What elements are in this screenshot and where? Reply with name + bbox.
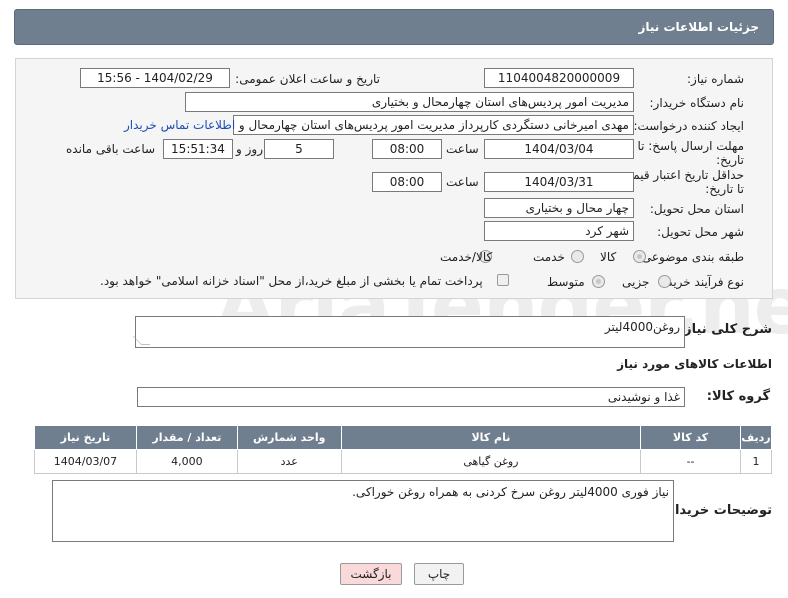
purchase-option-minor: جزیی [622,275,650,289]
purchase-type-label: نوع فرآیند خرید : [659,275,744,289]
treasury-payment-checkbox[interactable] [497,274,509,286]
announce-date-field: 1404/02/29 - 15:56 [80,68,230,88]
cell-goods-code: -- [640,449,741,474]
goods-group-label: گروه کالا: [706,389,770,404]
cell-quantity: 4,000 [135,449,238,474]
col-row: ردیف [739,425,773,450]
page-header: جزئیات اطلاعات نیاز [14,9,774,45]
price-validity-time-label: ساعت [446,175,479,189]
goods-table-header: تاریخ نیاز تعداد / مقدار واحد شمارش نام … [34,425,773,450]
table-row: 1404/03/07 4,000 عدد روغن گیاهی -- 1 [34,449,773,474]
general-description-field: روغن4000لیتر [135,316,685,348]
need-number-label: شماره نیاز: [687,72,744,86]
cell-need-date: 1404/03/07 [34,449,137,474]
requester-field: مهدی امیرخانی دستگردی کارپرداز مدیریت ام… [233,115,634,135]
category-option-goods: کالا [600,250,617,264]
requester-label: ایجاد کننده درخواست: [633,119,744,133]
general-description-label: شرح کلی نیاز: [678,322,772,337]
col-quantity: تعداد / مقدار [135,425,238,450]
category-label: طبقه بندی موضوعی: [637,250,744,264]
price-validity-date-field: 1404/03/31 [484,172,634,192]
col-need-date: تاریخ نیاز [34,425,137,450]
buyer-org-field: مدیریت امور پردیس‌های استان چهارمحال و ب… [185,92,634,112]
days-remaining-field: 5 [264,139,334,159]
buyer-org-label: نام دستگاه خریدار: [649,96,745,110]
reply-time-label: ساعت [446,142,479,156]
buyer-notes-label: توضیحات خریدار: [662,503,772,518]
category-radio-service[interactable] [571,250,584,263]
need-number-field: 1104004820000009 [484,68,634,88]
goods-section-title: اطلاعات کالاهای مورد نیاز [617,357,772,371]
back-button[interactable]: بازگشت [340,563,402,585]
buyer-contact-link[interactable]: اطلاعات تماس خریدار [124,118,235,132]
treasury-payment-note: پرداخت تمام یا بخشی از مبلغ خرید،از محل … [100,274,483,288]
delivery-city-field: شهر کرد [484,221,634,241]
reply-time-field: 08:00 [372,139,442,159]
category-option-service: خدمت [533,250,565,264]
remaining-time-field: 15:51:34 [163,139,233,159]
goods-group-field: غذا و نوشیدنی [137,387,685,407]
col-unit: واحد شمارش [236,425,342,450]
category-option-goods-service: کالا/خدمت [440,250,493,264]
cell-unit: عدد [236,449,342,474]
delivery-city-label: شهر محل تحویل: [657,225,744,239]
purchase-radio-medium[interactable] [592,275,605,288]
col-goods-code: کد کالا [640,425,741,450]
page-title: جزئیات اطلاعات نیاز [638,20,759,34]
delivery-province-label: استان محل تحویل: [649,202,744,216]
announce-date-label: تاریخ و ساعت اعلان عمومی: [235,72,380,86]
reply-deadline-label: مهلت ارسال پاسخ: تا تاریخ: [637,139,744,167]
print-button[interactable]: چاپ [414,563,464,585]
col-goods-name: نام کالا [340,425,642,450]
reply-date-field: 1404/03/04 [484,139,634,159]
purchase-option-medium: متوسط [547,275,585,289]
delivery-province-field: چهار محال و بختیاری [484,198,634,218]
cell-goods-name: روغن گیاهی [340,449,642,474]
days-label: روز و [236,142,263,156]
goods-table: تاریخ نیاز تعداد / مقدار واحد شمارش نام … [34,425,773,474]
cell-row: 1 [739,449,773,474]
price-validity-time-field: 08:00 [372,172,442,192]
buyer-notes-field: نیاز فوری 4000لیتر روغن سرخ کردنی به همر… [52,480,674,542]
purchase-radio-minor[interactable] [658,275,671,288]
remaining-time-label: ساعت باقی مانده [66,142,156,156]
category-radio-goods[interactable] [633,250,646,263]
